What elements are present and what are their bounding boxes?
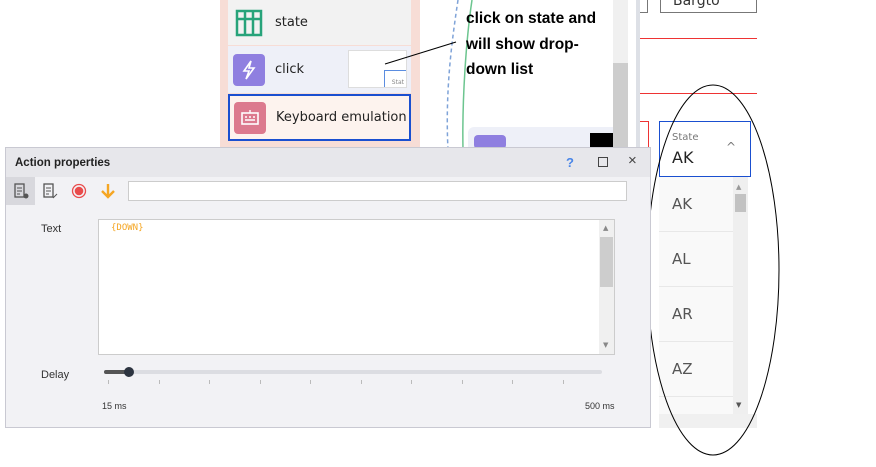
action-properties-dialog: Action properties ? × Text {DOWN} ▲ ▼ De… — [5, 147, 651, 428]
toolbar-input[interactable] — [128, 181, 627, 201]
slider-tick — [108, 380, 109, 384]
dialog-title-bar[interactable]: Action properties ? × — [6, 148, 650, 177]
slider-handle[interactable] — [123, 367, 134, 377]
close-button[interactable]: × — [628, 152, 637, 169]
help-button[interactable]: ? — [566, 155, 574, 170]
slider-tick — [310, 380, 311, 384]
dialog-toolbar — [6, 177, 650, 205]
text-input[interactable]: {DOWN} ▲ ▼ — [98, 219, 615, 355]
text-scrollbar[interactable]: ▲ ▼ — [599, 220, 614, 354]
delay-max-label: 500 ms — [585, 401, 615, 411]
dialog-title: Action properties — [15, 156, 111, 169]
delay-slider[interactable] — [104, 367, 602, 377]
slider-tick — [209, 380, 210, 384]
text-label: Text — [41, 223, 62, 235]
record-icon[interactable] — [64, 177, 93, 205]
slider-tick — [461, 380, 463, 384]
properties-edit-icon[interactable] — [35, 177, 64, 205]
slider-tick — [512, 380, 513, 384]
maximize-button[interactable] — [598, 157, 608, 167]
slider-ticks — [108, 380, 568, 384]
arrow-down-icon[interactable] — [93, 177, 122, 205]
properties-settings-icon[interactable] — [6, 177, 35, 205]
slider-tick — [259, 380, 261, 384]
slider-tick — [562, 380, 564, 384]
delay-label: Delay — [41, 369, 70, 381]
slider-tick — [360, 380, 362, 384]
slider-tick — [411, 380, 412, 384]
delay-min-label: 15 ms — [102, 401, 127, 411]
slider-tick — [158, 380, 160, 384]
